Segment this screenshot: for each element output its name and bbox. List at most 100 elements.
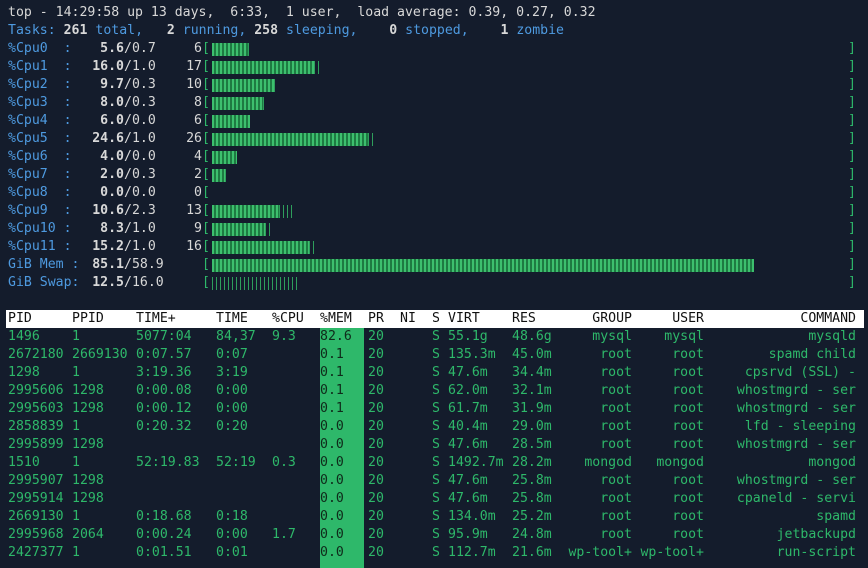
proc-pr: 20 <box>368 545 384 560</box>
table-row[interactable]: 1298 1 3:19.36 3:19 0.1 20 S 47.6m 34.4m root root… <box>6 364 864 382</box>
proc-mem: 0.1 <box>320 365 344 380</box>
tasks-stopped-label: stopped, <box>405 23 469 38</box>
col-virt[interactable]: VIRT <box>448 310 480 328</box>
proc-virt: 47.6m <box>448 491 488 506</box>
table-row[interactable]: 2995899 1298 0.0 20 S 47.6m 28.5m root root whost… <box>6 436 864 454</box>
cpu-label: %Cpu5 : <box>8 131 72 146</box>
proc-ppid: 1298 <box>72 437 104 452</box>
proc-pr: 20 <box>368 347 384 362</box>
process-table-header[interactable]: PID PPID TIME+ TIME %CPU %MEM PR NI S VI… <box>6 310 864 328</box>
proc-state: S <box>432 545 440 560</box>
col-pid[interactable]: PID <box>8 310 32 328</box>
col-ni[interactable]: NI <box>400 310 416 328</box>
col-command[interactable]: COMMAND <box>726 310 856 328</box>
cpu-bracket-close: ] <box>848 185 856 200</box>
cpu-bracket-close: ] <box>848 221 856 236</box>
proc-res: 31.9m <box>512 401 552 416</box>
proc-virt: 61.7m <box>448 401 488 416</box>
proc-pr: 20 <box>368 437 384 452</box>
cpu-meter-11: %Cpu11 : 15.2/1.0 16[] <box>8 238 860 256</box>
proc-pid: 2672180 <box>8 347 64 362</box>
swap-bracket-open: [ <box>202 275 210 290</box>
cpu-user-pct: 8.0 <box>100 95 124 110</box>
proc-mem: 0.0 <box>320 473 344 488</box>
cpu-bracket-open: [ <box>202 59 210 74</box>
table-row[interactable]: 2669130 1 0:18.68 0:18 0.0 20 S 134.0m 25.2m root… <box>6 508 864 526</box>
mem-meter: GiB Mem : 85.1 /58.9 [ ] <box>8 256 860 274</box>
col-user[interactable]: USER <box>638 310 704 328</box>
proc-command: lfd - sleeping <box>744 419 856 434</box>
table-row[interactable]: 2427377 1 0:01.51 0:01 0.0 20 S 112.7m 21.6m wp-t… <box>6 544 864 562</box>
col-mem[interactable]: %MEM <box>320 310 352 328</box>
cpu-total-pct: 8 <box>194 95 202 110</box>
cpu-sys-bar <box>248 43 252 56</box>
cpu-user-pct: 5.6 <box>100 41 124 56</box>
table-row[interactable]: 1496 1 5077:04 84,37 9.3 82.6 20 S 55.1g 48.6g mys… <box>6 328 864 346</box>
proc-mem: 0.1 <box>320 401 344 416</box>
proc-state: S <box>432 509 440 524</box>
proc-cpu: 9.3 <box>272 329 296 344</box>
proc-pr: 20 <box>368 419 384 434</box>
table-row[interactable]: 2995603 1298 0:00.12 0:00 0.1 20 S 61.7m 31.9m ro… <box>6 400 864 418</box>
col-timeplus[interactable]: TIME+ <box>136 310 176 328</box>
cpu-meter-7: %Cpu7 : 2.0/0.3 2[] <box>8 166 860 184</box>
cpu-sys-pct: /0.0 <box>124 149 156 164</box>
proc-state: S <box>432 347 440 362</box>
proc-command: cpaneld - servi <box>736 491 856 506</box>
proc-state: S <box>432 419 440 434</box>
proc-res: 25.8m <box>512 473 552 488</box>
col-cpu[interactable]: %CPU <box>272 310 304 328</box>
proc-pr: 20 <box>368 455 384 470</box>
cpu-sys-pct: /1.0 <box>124 221 156 236</box>
table-row[interactable]: 2858839 1 0:20.32 0:20 0.0 20 S 40.4m 29.0m root r… <box>6 418 864 436</box>
col-res[interactable]: RES <box>512 310 536 328</box>
cpu-label: %Cpu0 : <box>8 41 72 56</box>
cpu-bracket-open: [ <box>202 185 210 200</box>
proc-virt: 62.0m <box>448 383 488 398</box>
tasks-zombie: 1 <box>500 23 509 38</box>
proc-command: whostmgrd - ser <box>736 437 856 452</box>
proc-time: 84,37 <box>216 329 256 344</box>
table-row[interactable]: 2995907 1298 0.0 20 S 47.6m 25.8m root root whost… <box>6 472 864 490</box>
proc-pid: 1510 <box>8 455 40 470</box>
proc-timeplus: 0:01.51 <box>136 545 192 560</box>
cpu-sys-bar <box>265 223 271 236</box>
table-row[interactable]: 2995968 2064 0:00.24 0:00 1.7 0.0 20 S 95.9m 24.8… <box>6 526 864 544</box>
cpu-bracket-close: ] <box>848 149 856 164</box>
cpu-bracket-open: [ <box>202 167 210 182</box>
cpu-total-pct: 2 <box>194 167 202 182</box>
proc-pr: 20 <box>368 473 384 488</box>
proc-ppid: 1 <box>72 455 80 470</box>
cpu-user-bar <box>212 133 368 146</box>
cpu-meter-3: %Cpu3 : 8.0/0.3 8[] <box>8 94 860 112</box>
cpu-bracket-close: ] <box>848 239 856 254</box>
col-ppid[interactable]: PPID <box>72 310 104 328</box>
table-row[interactable]: 2995606 1298 0:00.08 0:00 0.1 20 S 62.0m 32.1m ro… <box>6 382 864 400</box>
col-pr[interactable]: PR <box>368 310 384 328</box>
proc-ppid: 1298 <box>72 491 104 506</box>
col-time[interactable]: TIME <box>216 310 248 328</box>
cpu-total-pct: 26 <box>186 131 202 146</box>
cpu-total-pct: 10 <box>186 77 202 92</box>
cpu-user-bar <box>212 241 309 254</box>
table-row[interactable]: 2995914 1298 0.0 20 S 47.6m 25.8m root root cpane… <box>6 490 864 508</box>
proc-command: mysqld <box>808 329 856 344</box>
table-row[interactable]: 1510 1 52:19.83 52:19 0.3 0.0 20 S 1492.7m 28.2m m… <box>6 454 864 472</box>
col-group[interactable]: GROUP <box>566 310 632 328</box>
proc-group: root <box>600 419 632 434</box>
col-s[interactable]: S <box>432 310 440 328</box>
cpu-bracket-close: ] <box>848 77 856 92</box>
cpu-bracket-close: ] <box>848 95 856 110</box>
cpu-total-pct: 0 <box>194 185 202 200</box>
cpu-total-pct: 13 <box>186 203 202 218</box>
mem-label: GiB Mem : <box>8 257 80 272</box>
proc-user: wp-tool+ <box>640 545 704 560</box>
cpu-label: %Cpu7 : <box>8 167 72 182</box>
cpu-label: %Cpu1 : <box>8 59 72 74</box>
proc-ppid: 1 <box>72 509 80 524</box>
proc-timeplus: 0:00.08 <box>136 383 192 398</box>
cpu-sys-bar <box>274 79 276 92</box>
proc-state: S <box>432 365 440 380</box>
cpu-total-pct: 6 <box>194 41 202 56</box>
table-row[interactable]: 2672180 2669130 0:07.57 0:07 0.1 20 S 135.3m 45.… <box>6 346 864 364</box>
